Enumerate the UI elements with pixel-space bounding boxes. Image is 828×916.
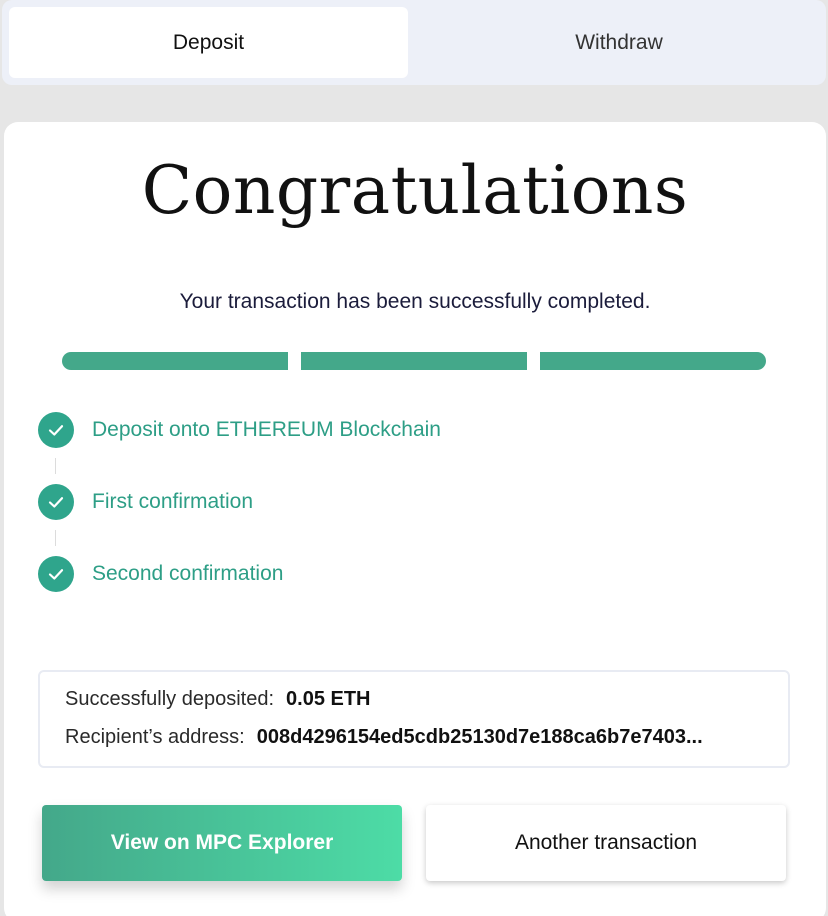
deposited-amount: 0.05 ETH — [286, 688, 371, 710]
tab-bar: Deposit Withdraw — [2, 0, 826, 85]
progress-segment-1 — [62, 352, 288, 370]
step-deposit: Deposit onto ETHEREUM Blockchain — [38, 412, 638, 448]
view-explorer-button[interactable]: View on MPC Explorer — [42, 805, 402, 881]
page-title: Congratulations — [141, 152, 689, 229]
recipient-address: 008d4296154ed5cdb25130d7e188ca6b7e7403..… — [256, 726, 703, 748]
progress-segment-3 — [540, 352, 766, 370]
step-first-confirmation: First confirmation — [38, 484, 638, 520]
deposited-label: Successfully deposited: — [65, 688, 275, 710]
address-row: Recipient’s address: 008d4296154ed5cdb25… — [65, 726, 788, 764]
step-connector — [55, 458, 56, 474]
check-icon — [38, 556, 74, 592]
step-connector — [55, 530, 56, 546]
tab-withdraw[interactable]: Withdraw — [412, 7, 826, 78]
step-label: First confirmation — [92, 490, 254, 513]
address-label: Recipient’s address: — [65, 726, 245, 748]
step-label: Second confirmation — [92, 562, 284, 585]
success-message: Your transaction has been successfully c… — [179, 290, 651, 313]
another-transaction-button[interactable]: Another transaction — [426, 805, 786, 881]
check-icon — [38, 412, 74, 448]
deposited-row: Successfully deposited: 0.05 ETH — [65, 688, 788, 726]
step-label: Deposit onto ETHEREUM Blockchain — [92, 418, 441, 441]
step-second-confirmation: Second confirmation — [38, 556, 638, 592]
progress-segment-2 — [301, 352, 527, 370]
check-icon — [38, 484, 74, 520]
progress-bar — [62, 352, 766, 370]
success-card: Congratulations Your transaction has bee… — [4, 122, 826, 916]
tab-deposit[interactable]: Deposit — [9, 7, 408, 78]
transaction-details: Successfully deposited: 0.05 ETH Recipie… — [38, 670, 790, 768]
